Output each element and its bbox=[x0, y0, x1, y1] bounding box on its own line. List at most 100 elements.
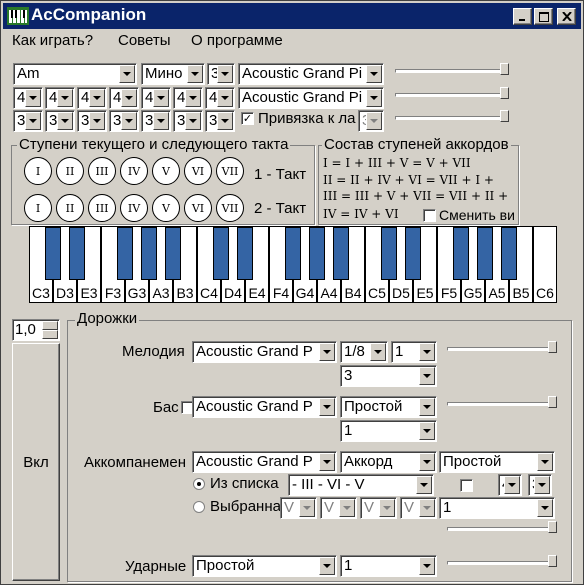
tact2-step-1[interactable]: I bbox=[24, 194, 52, 222]
bass-count-combo[interactable]: 1 bbox=[340, 420, 437, 442]
tact1-step-3[interactable]: III bbox=[88, 157, 116, 185]
black-key[interactable] bbox=[453, 227, 469, 280]
melody-instrument-combo[interactable]: Acoustic Grand P bbox=[192, 341, 337, 363]
tact1-step-1[interactable]: I bbox=[24, 157, 52, 185]
snap-checkbox[interactable]: ✓ bbox=[241, 112, 254, 125]
mode-combo[interactable]: Мино bbox=[141, 63, 205, 85]
black-key[interactable] bbox=[45, 227, 61, 280]
row2-combo-5[interactable]: 4 bbox=[141, 87, 171, 109]
volume-slider-3[interactable] bbox=[395, 116, 509, 120]
black-key[interactable] bbox=[117, 227, 133, 280]
close-button[interactable] bbox=[557, 8, 576, 25]
black-key[interactable] bbox=[381, 227, 397, 280]
instrument-combo-2[interactable]: Acoustic Grand Pi bbox=[238, 87, 384, 109]
bass-style-combo[interactable]: Простой bbox=[340, 396, 437, 418]
melody-count-combo[interactable]: 1 bbox=[391, 341, 437, 363]
black-key[interactable] bbox=[405, 227, 421, 280]
drums-volume-slider[interactable] bbox=[447, 561, 557, 565]
tact2-step-4[interactable]: IV bbox=[120, 194, 148, 222]
accomp-instrument-combo[interactable]: Acoustic Grand P bbox=[192, 451, 337, 473]
row3-combo-6[interactable]: 3 bbox=[173, 110, 203, 132]
key-combo[interactable]: Am bbox=[13, 63, 137, 85]
melody-volume-slider[interactable] bbox=[447, 347, 557, 351]
row2-combo-4[interactable]: 4 bbox=[109, 87, 139, 109]
accomp-style-combo[interactable]: Простой bbox=[439, 451, 555, 473]
row3-combo-5[interactable]: 3 bbox=[141, 110, 171, 132]
drums-count-combo[interactable]: 1 bbox=[340, 555, 437, 577]
row3-combo-7[interactable]: 3 bbox=[205, 110, 235, 132]
row3-combo-3[interactable]: 3 bbox=[77, 110, 107, 132]
black-key[interactable] bbox=[237, 227, 253, 280]
chosen-radio[interactable] bbox=[193, 501, 205, 513]
bass-instrument-combo[interactable]: Acoustic Grand P bbox=[192, 396, 337, 418]
accomp-volume-slider[interactable] bbox=[447, 527, 557, 531]
chosen-combo-4[interactable]: V bbox=[400, 497, 437, 519]
melody-volume-thumb[interactable] bbox=[548, 341, 557, 353]
spin-down-button[interactable] bbox=[42, 330, 58, 339]
black-key[interactable] bbox=[165, 227, 181, 280]
black-key[interactable] bbox=[477, 227, 493, 280]
steps-group-title: Ступени текущего и следующего такта bbox=[17, 136, 291, 153]
chosen-combo-2[interactable]: V bbox=[320, 497, 357, 519]
accomp-type-combo[interactable]: Аккорд bbox=[340, 451, 437, 473]
melody-extra-combo[interactable]: 3 bbox=[340, 365, 437, 387]
chosen-combo-1[interactable]: V bbox=[280, 497, 317, 519]
snap-combo[interactable]: 3 bbox=[358, 110, 384, 132]
tact2-step-6[interactable]: VI bbox=[184, 194, 212, 222]
row2-combo-6[interactable]: 4 bbox=[173, 87, 203, 109]
minimize-button[interactable] bbox=[513, 8, 532, 25]
volume-slider-1-thumb[interactable] bbox=[500, 63, 509, 75]
progression-combo[interactable]: - III - VI - V bbox=[288, 474, 434, 496]
tact2-step-5[interactable]: V bbox=[152, 194, 180, 222]
black-key[interactable] bbox=[501, 227, 517, 280]
instrument-combo-1[interactable]: Acoustic Grand Pi bbox=[238, 63, 384, 85]
black-key[interactable] bbox=[69, 227, 85, 280]
change-view-checkbox[interactable] bbox=[423, 209, 436, 222]
chosen-combo-3[interactable]: V bbox=[360, 497, 397, 519]
menu-about[interactable]: О программе bbox=[191, 32, 283, 49]
spin-up-button[interactable] bbox=[42, 321, 58, 330]
black-key[interactable] bbox=[333, 227, 349, 280]
accomp-count-combo[interactable]: 1 bbox=[439, 497, 555, 519]
from-list-radio[interactable] bbox=[193, 478, 205, 490]
accomp-small-combo-a[interactable]: 4 bbox=[498, 474, 522, 496]
black-key[interactable] bbox=[213, 227, 229, 280]
black-key[interactable] bbox=[309, 227, 325, 280]
tact2-step-2[interactable]: II bbox=[56, 194, 84, 222]
tact1-step-7[interactable]: VII bbox=[216, 157, 244, 185]
meter-combo[interactable]: 3 bbox=[207, 63, 235, 85]
black-key[interactable] bbox=[141, 227, 157, 280]
melody-note-combo[interactable]: 1/8 bbox=[340, 341, 388, 363]
row3-combo-4[interactable]: 3 bbox=[109, 110, 139, 132]
row2-combo-2[interactable]: 4 bbox=[45, 87, 75, 109]
tact2-step-7[interactable]: VII bbox=[216, 194, 244, 222]
tempo-spin[interactable]: 1,0 bbox=[12, 319, 60, 341]
row2-combo-3[interactable]: 4 bbox=[77, 87, 107, 109]
bass-volume-thumb[interactable] bbox=[548, 396, 557, 408]
maximize-button[interactable] bbox=[534, 8, 553, 25]
tact2-step-3[interactable]: III bbox=[88, 194, 116, 222]
on-button[interactable]: Вкл bbox=[12, 343, 60, 581]
tact1-step-2[interactable]: II bbox=[56, 157, 84, 185]
accomp-small-combo-b[interactable]: 3 bbox=[528, 474, 552, 496]
bass-volume-slider[interactable] bbox=[447, 402, 557, 406]
drums-style-combo[interactable]: Простой bbox=[192, 555, 337, 577]
tact1-step-6[interactable]: VI bbox=[184, 157, 212, 185]
accomp-checkbox[interactable] bbox=[460, 479, 473, 492]
tact1-step-5[interactable]: V bbox=[152, 157, 180, 185]
row3-combo-1[interactable]: 3 bbox=[13, 110, 43, 132]
accomp-volume-thumb[interactable] bbox=[548, 521, 557, 533]
drums-volume-thumb[interactable] bbox=[548, 555, 557, 567]
title-bar[interactable]: AcCompanion bbox=[3, 3, 581, 29]
volume-slider-2[interactable] bbox=[395, 93, 509, 97]
menu-tips[interactable]: Советы bbox=[118, 32, 170, 49]
row3-combo-2[interactable]: 3 bbox=[45, 110, 75, 132]
volume-slider-2-thumb[interactable] bbox=[500, 87, 509, 99]
row2-combo-1[interactable]: 4 bbox=[13, 87, 43, 109]
menu-how-to-play[interactable]: Как играть? bbox=[12, 32, 93, 49]
row2-combo-7[interactable]: 4 bbox=[205, 87, 235, 109]
tact1-step-4[interactable]: IV bbox=[120, 157, 148, 185]
volume-slider-1[interactable] bbox=[395, 69, 509, 73]
black-key[interactable] bbox=[285, 227, 301, 280]
volume-slider-3-thumb[interactable] bbox=[500, 110, 509, 122]
